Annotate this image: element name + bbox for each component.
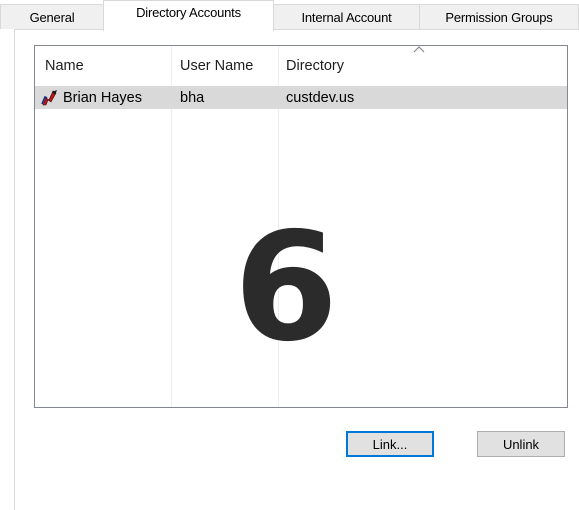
- tab-general[interactable]: General: [0, 4, 104, 29]
- unlink-button[interactable]: Unlink: [477, 431, 565, 457]
- watermark-digit: 6: [234, 221, 338, 351]
- unlink-button-label: Unlink: [502, 436, 540, 452]
- tab-internal-account-label: Internal Account: [301, 9, 392, 25]
- tab-general-label: General: [29, 9, 75, 25]
- table-row[interactable]: Brian Hayes bha custdev.us: [35, 86, 567, 109]
- cell-username: bha: [180, 89, 205, 106]
- column-header-username[interactable]: User Name: [180, 46, 253, 86]
- tab-internal-account[interactable]: Internal Account: [273, 4, 420, 29]
- sort-ascending-icon: [412, 46, 426, 56]
- tab-permission-groups[interactable]: Permission Groups: [419, 4, 579, 29]
- cell-name: Brian Hayes: [63, 89, 142, 106]
- tab-permission-groups-label: Permission Groups: [445, 9, 553, 25]
- tab-directory-accounts[interactable]: Directory Accounts: [103, 0, 274, 31]
- tab-strip: General Directory Accounts Internal Acco…: [0, 0, 579, 31]
- tab-directory-accounts-label: Directory Accounts: [136, 5, 241, 20]
- link-button-label: Link...: [372, 436, 408, 452]
- cell-directory: custdev.us: [286, 89, 355, 106]
- step-number-watermark: 6: [234, 221, 338, 351]
- directory-user-icon: [41, 89, 59, 107]
- column-header-directory[interactable]: Directory: [286, 46, 344, 86]
- directory-accounts-list[interactable]: Name User Name Directory Brian Hayes bha…: [34, 45, 568, 408]
- column-header-name[interactable]: Name: [45, 46, 84, 86]
- list-header: Name User Name Directory: [35, 46, 567, 86]
- link-button[interactable]: Link...: [346, 431, 434, 457]
